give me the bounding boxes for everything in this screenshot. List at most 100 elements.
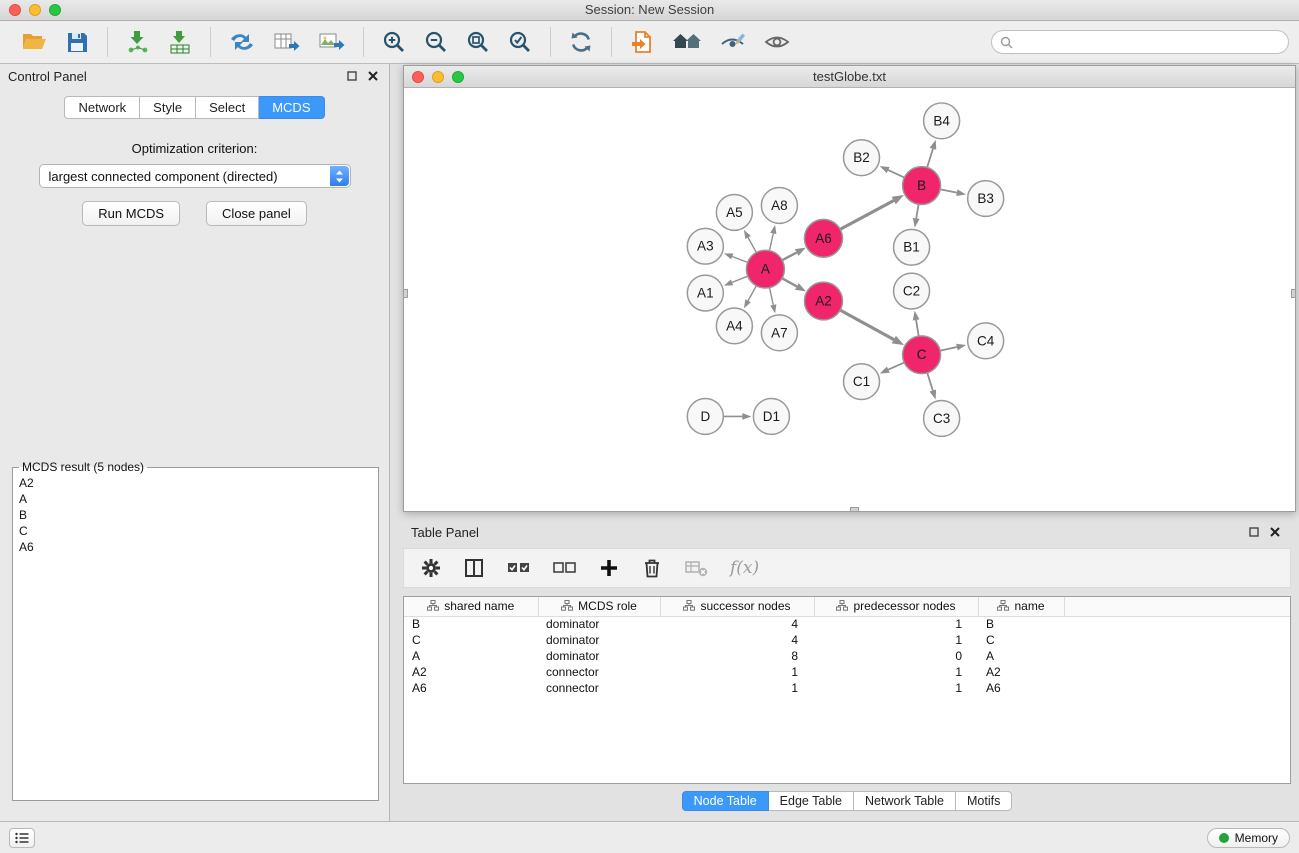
cell[interactable]: 1 <box>814 616 978 632</box>
edge-A-A4[interactable] <box>748 285 757 301</box>
task-history-button[interactable] <box>9 828 35 848</box>
cell[interactable]: 1 <box>814 664 978 680</box>
graph-node-C[interactable]: C <box>903 336 941 374</box>
mcds-result-item[interactable]: A2 <box>17 475 374 491</box>
cell[interactable]: dominator <box>538 648 660 664</box>
graph-node-A1[interactable]: A1 <box>687 275 723 311</box>
cell[interactable]: connector <box>538 680 660 696</box>
cell[interactable]: A2 <box>404 664 538 680</box>
cell[interactable]: 4 <box>660 632 814 648</box>
cell[interactable]: 0 <box>814 648 978 664</box>
zoom-fit-button[interactable] <box>462 28 494 56</box>
resize-handle-right[interactable] <box>1291 289 1296 298</box>
select-all-button[interactable] <box>504 555 533 581</box>
edge-A6-B[interactable] <box>839 201 893 230</box>
graph-node-C4[interactable]: C4 <box>968 323 1004 359</box>
edge-C-C1[interactable] <box>888 362 905 370</box>
graph-node-A3[interactable]: A3 <box>687 228 723 264</box>
graph-node-B2[interactable]: B2 <box>843 140 879 176</box>
minimize-network-window-button[interactable] <box>432 71 444 83</box>
graph-node-C1[interactable]: C1 <box>843 364 879 400</box>
edge-A2-C[interactable] <box>839 310 894 340</box>
graph-node-A8[interactable]: A8 <box>761 188 797 224</box>
table-row[interactable]: Bdominator41B <box>404 616 1290 632</box>
edge-C-C4[interactable] <box>939 347 957 351</box>
mcds-result-item[interactable]: B <box>17 507 374 523</box>
save-session-button[interactable] <box>61 28 93 56</box>
tab-network-table[interactable]: Network Table <box>854 791 956 811</box>
graph-node-A2[interactable]: A2 <box>804 282 842 320</box>
graph-node-A[interactable]: A <box>746 250 784 288</box>
run-mcds-button[interactable]: Run MCDS <box>82 201 180 226</box>
import-table-button[interactable] <box>164 28 196 56</box>
cell[interactable]: 1 <box>660 664 814 680</box>
cell[interactable]: 8 <box>660 648 814 664</box>
graph-node-A4[interactable]: A4 <box>716 308 752 344</box>
edge-C-C3[interactable] <box>927 372 933 391</box>
cell[interactable]: A <box>978 648 1064 664</box>
tab-node-table[interactable]: Node Table <box>682 791 769 811</box>
edge-B-B1[interactable] <box>916 203 918 218</box>
edge-A-A3[interactable] <box>732 256 748 262</box>
tab-select[interactable]: Select <box>196 96 259 119</box>
tab-mcds[interactable]: MCDS <box>259 96 324 119</box>
zoom-selected-button[interactable] <box>504 28 536 56</box>
cell[interactable]: C <box>404 632 538 648</box>
graph-node-B3[interactable]: B3 <box>968 181 1004 217</box>
graph-node-C2[interactable]: C2 <box>894 273 930 309</box>
edge-A-A1[interactable] <box>732 276 749 283</box>
close-table-panel-button[interactable] <box>1269 526 1281 538</box>
memory-button[interactable]: Memory <box>1207 828 1290 848</box>
mcds-result-item[interactable]: C <box>17 523 374 539</box>
tab-style[interactable]: Style <box>140 96 196 119</box>
table-row[interactable]: A6connector11A6 <box>404 680 1290 696</box>
cell[interactable]: A6 <box>978 680 1064 696</box>
mcds-result-item[interactable]: A <box>17 491 374 507</box>
cell[interactable]: 1 <box>814 632 978 648</box>
graph-node-A7[interactable]: A7 <box>761 315 797 351</box>
gear-button[interactable] <box>418 555 444 581</box>
eye-brush-button[interactable] <box>716 28 750 56</box>
column-header-predecessor-nodes[interactable]: predecessor nodes <box>814 597 978 616</box>
delete-button[interactable] <box>639 555 665 581</box>
network-canvas[interactable]: B4B2BB3A5A8A6B1A3AC2A1A2A4A7C4CC1C3DD1 <box>404 89 1295 511</box>
zoom-network-window-button[interactable] <box>452 71 464 83</box>
clear-selection-button[interactable] <box>550 555 579 581</box>
zoom-out-button[interactable] <box>420 28 452 56</box>
zoom-in-button[interactable] <box>378 28 410 56</box>
cell[interactable]: 1 <box>814 680 978 696</box>
graph-node-B4[interactable]: B4 <box>924 103 960 139</box>
cell[interactable]: connector <box>538 664 660 680</box>
cell[interactable]: A6 <box>404 680 538 696</box>
add-button[interactable] <box>596 555 622 581</box>
close-panel-icon-button[interactable] <box>367 70 379 82</box>
resize-handle-bottom[interactable] <box>850 507 859 512</box>
close-window-button[interactable] <box>9 4 21 16</box>
close-panel-button[interactable]: Close panel <box>206 201 307 226</box>
edge-A-A6[interactable] <box>781 253 796 261</box>
column-header-MCDS-role[interactable]: MCDS role <box>538 597 660 616</box>
edge-A-A7[interactable] <box>769 287 773 305</box>
float-table-panel-button[interactable] <box>1248 526 1260 538</box>
open-session-button[interactable] <box>17 28 51 56</box>
export-table-button[interactable] <box>269 28 304 56</box>
tab-edge-table[interactable]: Edge Table <box>769 791 854 811</box>
edge-C-C2[interactable] <box>916 320 919 337</box>
graph-node-C3[interactable]: C3 <box>924 401 960 437</box>
graph-node-B1[interactable]: B1 <box>894 229 930 265</box>
graph-node-D[interactable]: D <box>687 399 723 435</box>
edge-A-A8[interactable] <box>769 233 773 251</box>
cell[interactable]: 4 <box>660 616 814 632</box>
graph-node-A6[interactable]: A6 <box>804 219 842 257</box>
column-header-successor-nodes[interactable]: successor nodes <box>660 597 814 616</box>
edge-B-B2[interactable] <box>888 170 905 178</box>
resize-handle-left[interactable] <box>403 289 408 298</box>
cell[interactable]: A <box>404 648 538 664</box>
graph-node-D1[interactable]: D1 <box>753 399 789 435</box>
criterion-dropdown[interactable]: largest connected component (directed) <box>39 164 351 188</box>
search-input[interactable] <box>1018 35 1280 49</box>
graph-node-B[interactable]: B <box>903 167 941 205</box>
cell[interactable]: 1 <box>660 680 814 696</box>
edge-B-B3[interactable] <box>939 189 957 193</box>
document-button[interactable] <box>626 28 658 56</box>
